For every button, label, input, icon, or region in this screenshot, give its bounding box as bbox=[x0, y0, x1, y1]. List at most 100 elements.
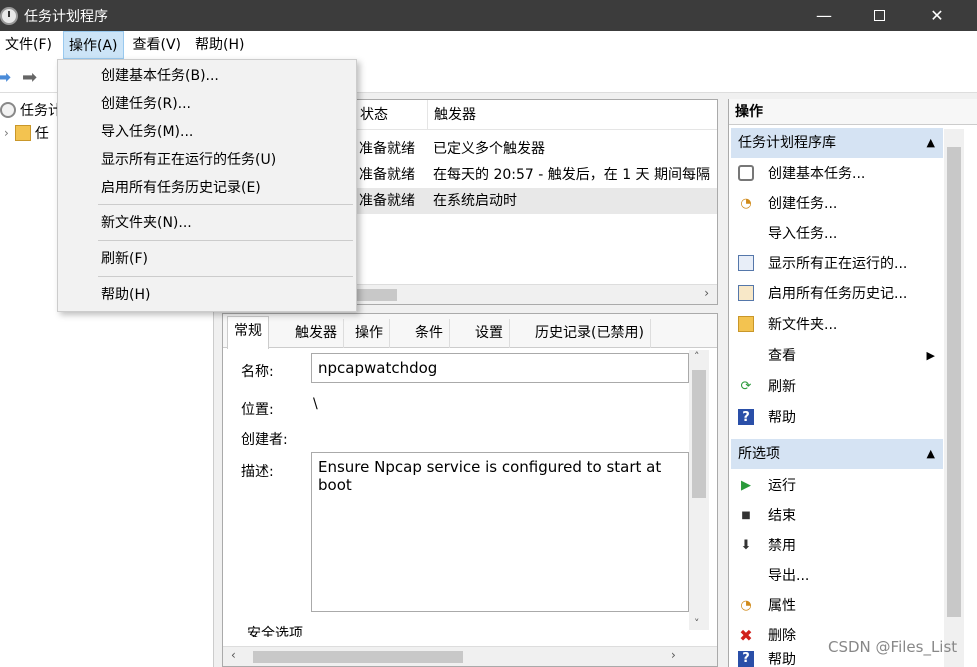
details-vertical-scrollbar[interactable]: ˄ ˅ bbox=[689, 350, 709, 630]
cell-status: 准备就绪 bbox=[359, 167, 415, 183]
collapse-up-icon[interactable]: ▲ bbox=[927, 439, 935, 469]
menu-item-refresh[interactable]: 刷新(F) bbox=[58, 245, 356, 273]
scrollbar-thumb[interactable] bbox=[253, 651, 463, 663]
column-header-trigger[interactable]: 触发器 bbox=[427, 100, 717, 130]
action-label: 运行 bbox=[768, 478, 796, 494]
action-menu-dropdown: 创建基本任务(B)... 创建任务(R)... 导入任务(M)... 显示所有正… bbox=[57, 59, 357, 312]
tab-general[interactable]: 常规 bbox=[227, 316, 269, 349]
menu-item-enable-history[interactable]: 启用所有任务历史记录(E) bbox=[58, 174, 356, 202]
action-view[interactable]: 查看 ▶ bbox=[731, 340, 943, 370]
forward-arrow-icon[interactable]: ➡ bbox=[22, 67, 37, 88]
delete-icon: ✖ bbox=[739, 625, 753, 645]
tree-item-root[interactable]: 任务计 bbox=[0, 99, 62, 121]
maximize-icon bbox=[873, 10, 885, 21]
name-label: 名称: bbox=[241, 364, 274, 380]
section-title: 所选项 bbox=[738, 446, 780, 462]
menu-action[interactable]: 操作(A) bbox=[62, 31, 124, 59]
scroll-up-icon[interactable]: ˄ bbox=[694, 350, 700, 363]
section-selected-item[interactable]: 所选项 ▲ bbox=[731, 439, 943, 469]
section-title: 任务计划程序库 bbox=[738, 135, 836, 151]
menu-item-import-task[interactable]: 导入任务(M)... bbox=[58, 118, 356, 146]
action-create-task[interactable]: ◔ 创建任务... bbox=[731, 188, 943, 218]
menu-help[interactable]: 帮助(H) bbox=[190, 31, 249, 59]
menu-item-create-basic-task[interactable]: 创建基本任务(B)... bbox=[58, 62, 356, 90]
scroll-left-icon[interactable]: ‹ bbox=[231, 648, 236, 662]
action-refresh[interactable]: ⟳ 刷新 bbox=[731, 371, 943, 401]
menu-separator bbox=[98, 204, 353, 205]
menu-item-show-running[interactable]: 显示所有正在运行的任务(U) bbox=[58, 146, 356, 174]
details-tabs: 常规 触发器 操作 条件 设置 历史记录(已禁用) bbox=[223, 314, 717, 349]
run-icon: ▶ bbox=[741, 477, 751, 493]
action-disable[interactable]: ⬇ 禁用 bbox=[731, 530, 943, 560]
chevron-right-icon[interactable]: › bbox=[4, 126, 9, 140]
watermark: CSDN @Files_List bbox=[828, 638, 958, 656]
action-end[interactable]: ■ 结束 bbox=[731, 500, 943, 530]
action-show-running[interactable]: 显示所有正在运行的... bbox=[731, 248, 943, 278]
location-value: \ bbox=[313, 396, 318, 412]
scroll-right-icon[interactable]: › bbox=[671, 648, 676, 662]
section-task-scheduler-library[interactable]: 任务计划程序库 ▲ bbox=[731, 128, 943, 158]
action-create-basic-task[interactable]: 创建基本任务... bbox=[731, 158, 943, 188]
action-enable-history[interactable]: 启用所有任务历史记... bbox=[731, 278, 943, 308]
cell-trigger: 在每天的 20:57 - 触发后，在 1 天 期间每隔 bbox=[433, 167, 711, 183]
column-header-status[interactable]: 状态 bbox=[353, 100, 427, 130]
description-field[interactable]: Ensure Npcap service is configured to st… bbox=[311, 452, 689, 612]
action-new-folder[interactable]: 新文件夹... bbox=[731, 309, 943, 339]
folder-clock-icon bbox=[14, 125, 31, 141]
tab-conditions[interactable]: 条件 bbox=[409, 319, 450, 348]
scroll-down-icon[interactable]: ˅ bbox=[694, 617, 700, 630]
help-icon: ? bbox=[738, 650, 754, 667]
menu-file[interactable]: 文件(F) bbox=[0, 31, 57, 59]
menu-item-new-folder[interactable]: 新文件夹(N)... bbox=[58, 209, 356, 237]
action-import-task[interactable]: 导入任务... bbox=[731, 218, 943, 248]
name-field[interactable]: npcapwatchdog bbox=[311, 353, 689, 383]
disable-icon: ⬇ bbox=[740, 537, 752, 553]
actions-vertical-scrollbar[interactable] bbox=[944, 129, 964, 667]
task-details-panel: 常规 触发器 操作 条件 设置 历史记录(已禁用) 名称: npcapwatch… bbox=[222, 313, 718, 667]
collapse-up-icon[interactable]: ▲ bbox=[927, 128, 935, 158]
action-label: 查看 bbox=[768, 348, 796, 364]
close-button[interactable]: ✕ bbox=[908, 0, 966, 31]
submenu-arrow-icon: ▶ bbox=[926, 348, 935, 362]
action-help[interactable]: ? 帮助 bbox=[731, 402, 943, 432]
title-bar: 任务计划程序 — ✕ bbox=[0, 0, 977, 31]
back-arrow-icon[interactable]: ➡ bbox=[0, 67, 11, 88]
location-label: 位置: bbox=[241, 402, 274, 418]
action-export[interactable]: 导出... bbox=[731, 560, 943, 590]
menu-separator bbox=[98, 276, 353, 277]
action-label: 导入任务... bbox=[768, 226, 838, 242]
tab-settings[interactable]: 设置 bbox=[469, 319, 510, 348]
tab-history[interactable]: 历史记录(已禁用) bbox=[529, 319, 651, 348]
tree-item-root-label: 任务计 bbox=[20, 103, 62, 119]
action-run[interactable]: ▶ 运行 bbox=[731, 470, 943, 500]
action-label: 创建任务... bbox=[768, 196, 838, 212]
tab-triggers[interactable]: 触发器 bbox=[289, 319, 344, 348]
author-label: 创建者: bbox=[241, 432, 288, 448]
cell-trigger: 已定义多个触发器 bbox=[433, 141, 545, 157]
tree-item-library-label: 任 bbox=[34, 126, 49, 142]
menu-item-help[interactable]: 帮助(H) bbox=[58, 281, 356, 309]
action-label: 新文件夹... bbox=[768, 317, 838, 333]
minimize-button[interactable]: — bbox=[795, 0, 853, 31]
action-properties[interactable]: ◔ 属性 bbox=[731, 590, 943, 620]
action-label: 属性 bbox=[768, 598, 796, 614]
action-label: 结束 bbox=[768, 508, 796, 524]
menu-item-create-task[interactable]: 创建任务(R)... bbox=[58, 90, 356, 118]
scrollbar-thumb[interactable] bbox=[692, 370, 706, 498]
action-label: 帮助 bbox=[768, 410, 796, 426]
clock-icon bbox=[0, 102, 16, 118]
menu-separator bbox=[98, 240, 353, 241]
maximize-button[interactable] bbox=[850, 0, 908, 31]
details-horizontal-scrollbar[interactable]: ‹ › bbox=[223, 646, 717, 666]
task-scheduler-clock-icon bbox=[0, 6, 18, 25]
menu-bar: 文件(F) 操作(A) 查看(V) 帮助(H) bbox=[0, 31, 977, 59]
window-title: 任务计划程序 bbox=[24, 8, 108, 25]
action-label: 导出... bbox=[768, 568, 810, 584]
tab-actions[interactable]: 操作 bbox=[349, 319, 390, 348]
menu-view[interactable]: 查看(V) bbox=[128, 31, 187, 59]
action-label: 禁用 bbox=[768, 538, 796, 554]
cell-status: 准备就绪 bbox=[359, 193, 415, 209]
scroll-right-icon[interactable]: › bbox=[704, 286, 709, 300]
tree-item-library[interactable]: › 任 bbox=[0, 122, 49, 144]
scrollbar-thumb[interactable] bbox=[947, 147, 961, 617]
